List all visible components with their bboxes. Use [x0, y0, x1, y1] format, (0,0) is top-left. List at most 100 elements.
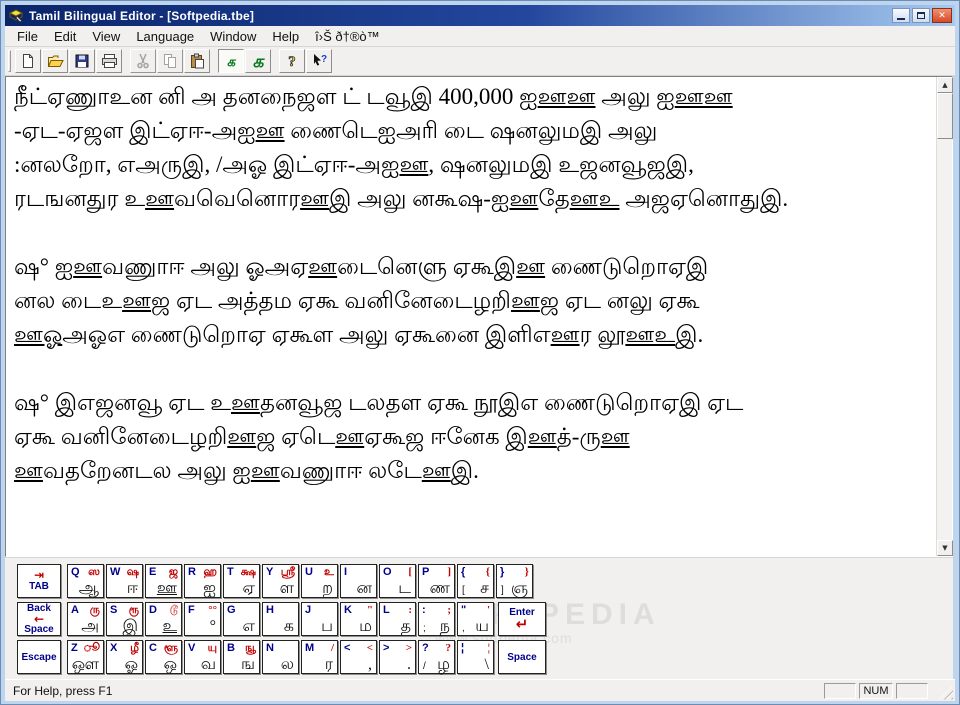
menu-item-view[interactable]: View	[84, 27, 128, 46]
key-latin-label: J	[305, 604, 312, 616]
save-button[interactable]	[69, 49, 95, 73]
help-button[interactable]: ?	[279, 49, 305, 73]
close-button[interactable]: ✕	[932, 8, 952, 23]
key-e[interactable]: Eஜஊ	[145, 564, 182, 598]
key-backspace[interactable]: Back ← Space	[17, 602, 61, 636]
key-r[interactable]: Rஹஐ	[184, 564, 221, 598]
key-f[interactable]: F °° °	[184, 602, 221, 636]
key-u[interactable]: Uஉற	[301, 564, 338, 598]
new-button[interactable]	[15, 49, 41, 73]
menu-item-help[interactable]: Help	[264, 27, 307, 46]
menu-item-language[interactable]: Language	[128, 27, 202, 46]
key-tamil-label: .	[407, 656, 411, 673]
key-enter[interactable]: Enter ↵	[498, 602, 546, 636]
key-shift-label: க்ஷ	[240, 566, 256, 578]
text-segment: ஊ	[231, 390, 260, 415]
context-help-icon: ?	[311, 53, 328, 69]
key-tamil-label: ட	[398, 580, 411, 597]
key-t[interactable]: T க்ஷ ஏ	[223, 564, 260, 598]
key-:[interactable]: :;; ந	[418, 602, 455, 636]
context-help-button[interactable]: ?	[306, 49, 332, 73]
new-icon	[20, 53, 36, 69]
vertical-scrollbar[interactable]: ▲ ▼	[936, 77, 953, 556]
key-w[interactable]: Wஷஈ	[106, 564, 143, 598]
menu-item-window[interactable]: Window	[202, 27, 264, 46]
keyboard-row-1: ⇥ TAB Q ஸ ஆ W ஷ ஈ E ஜ ஊ R ஹ ஐ T க்ஷ ஏ Y ஸ்ரீ ள U உ ற I ன O[ட P] ண{{…	[17, 564, 953, 598]
copy-button[interactable]	[157, 49, 183, 73]
key-latin-label: E	[149, 566, 157, 578]
toolbar-grip[interactable]	[8, 50, 11, 72]
text-segment: டைனெளு ஏகூஇ	[337, 254, 517, 279]
key-?[interactable]: ?? / ழ	[418, 640, 455, 674]
titlebar: Tamil Bilingual Editor - [Softpedia.tbe]…	[5, 5, 955, 26]
key-l[interactable]: L: த	[379, 602, 416, 636]
tamil-font-small-button[interactable]: க	[218, 49, 244, 73]
key-tamil-label: ர	[324, 656, 333, 673]
menu-item-edit[interactable]: Edit	[46, 27, 84, 46]
status-message: For Help, press F1	[13, 683, 113, 698]
key-a[interactable]: A ரு அ	[67, 602, 104, 636]
key-latin-label: X	[110, 642, 118, 654]
key-space[interactable]: Space	[498, 640, 546, 674]
key-z[interactable]: Zூ ஔ	[67, 640, 104, 674]
app-icon	[8, 8, 24, 23]
key-latin-label: A	[71, 604, 79, 616]
text-segment: ஊ	[73, 254, 103, 279]
resize-grip[interactable]	[939, 685, 953, 700]
key-b[interactable]: B ஙூ ங	[223, 640, 260, 674]
key-¦[interactable]: ¦ ¦ \	[457, 640, 494, 674]
key-m[interactable]: M / ர	[301, 640, 338, 674]
key-d[interactable]: D டூ உ	[145, 602, 182, 636]
key-"[interactable]: " ', ய	[457, 602, 494, 636]
scroll-up-button[interactable]: ▲	[937, 77, 953, 93]
key-tab[interactable]: ⇥ TAB	[17, 564, 61, 598]
save-icon	[74, 53, 90, 69]
tamil-font-large-button[interactable]: க	[245, 49, 271, 73]
scrollbar-thumb[interactable]	[937, 93, 953, 139]
key-latin-label: G	[227, 604, 236, 616]
key-g[interactable]: Gஎ	[223, 602, 260, 636]
editor-area[interactable]: நீட்ஏணுாஉன னி அ தனநைஜள ட் டவூஇ 400,000 ஐ…	[5, 76, 953, 557]
text-segment: ஊ	[255, 118, 285, 143]
key-y[interactable]: Y ஸ்ரீ ள	[262, 564, 299, 598]
key-{[interactable]: {{[ச	[457, 564, 494, 598]
editor-line: ஷ° இஎஜனவூ ஏட உஊதனவூஜ டலதள ஏகூ நூஇஎ ணைடுற…	[14, 386, 928, 420]
minimize-button[interactable]	[892, 8, 910, 23]
maximize-button[interactable]	[912, 8, 930, 23]
key-p[interactable]: P] ண	[418, 564, 455, 598]
key-latin-label: "	[461, 604, 467, 616]
key-shift-label: ூ	[83, 642, 100, 654]
open-button[interactable]	[42, 49, 68, 73]
key-q[interactable]: Qஸஆ	[67, 564, 104, 598]
key-escape[interactable]: Escape	[17, 640, 61, 674]
key-v[interactable]: V யு வ	[184, 640, 221, 674]
text-segment: ஷ° இஎஜனவூ ஏட உ	[14, 390, 232, 415]
key-tamil-label: ஒ	[163, 656, 177, 673]
editor-blank-line	[14, 216, 928, 250]
key-latin-label: C	[149, 642, 157, 654]
key-h[interactable]: Hக	[262, 602, 299, 636]
key->[interactable]: > >.	[379, 640, 416, 674]
key-n[interactable]: Nல	[262, 640, 299, 674]
menu-item-file[interactable]: File	[9, 27, 46, 46]
key-}[interactable]: }}] ஞ	[496, 564, 533, 598]
menu-item-extra[interactable]: î›Š ð†®ò™	[307, 27, 388, 46]
print-button[interactable]	[96, 49, 122, 73]
key-s[interactable]: S ரூ இ	[106, 602, 143, 636]
paste-button[interactable]	[184, 49, 210, 73]
scroll-down-button[interactable]: ▼	[937, 540, 953, 556]
key-i[interactable]: Iன	[340, 564, 377, 598]
key-<[interactable]: < <,	[340, 640, 377, 674]
key-latin-label: M	[305, 642, 315, 654]
key-k[interactable]: K " ம	[340, 602, 377, 636]
key-j[interactable]: Jப	[301, 602, 338, 636]
key-shift-label: ஙூ	[244, 642, 256, 654]
document-text[interactable]: நீட்ஏணுாஉன னி அ தனநைஜள ட் டவூஇ 400,000 ஐ…	[6, 77, 936, 556]
cut-button[interactable]	[130, 49, 156, 73]
text-segment: தே	[538, 186, 570, 211]
key-o[interactable]: O [ட	[379, 564, 416, 598]
key-c[interactable]: C ளூ ஒ	[145, 640, 182, 674]
key-shift-label: ரூ	[128, 604, 139, 616]
key-x[interactable]: X ழீ ஓ	[106, 640, 143, 674]
minimize-icon	[897, 18, 905, 20]
